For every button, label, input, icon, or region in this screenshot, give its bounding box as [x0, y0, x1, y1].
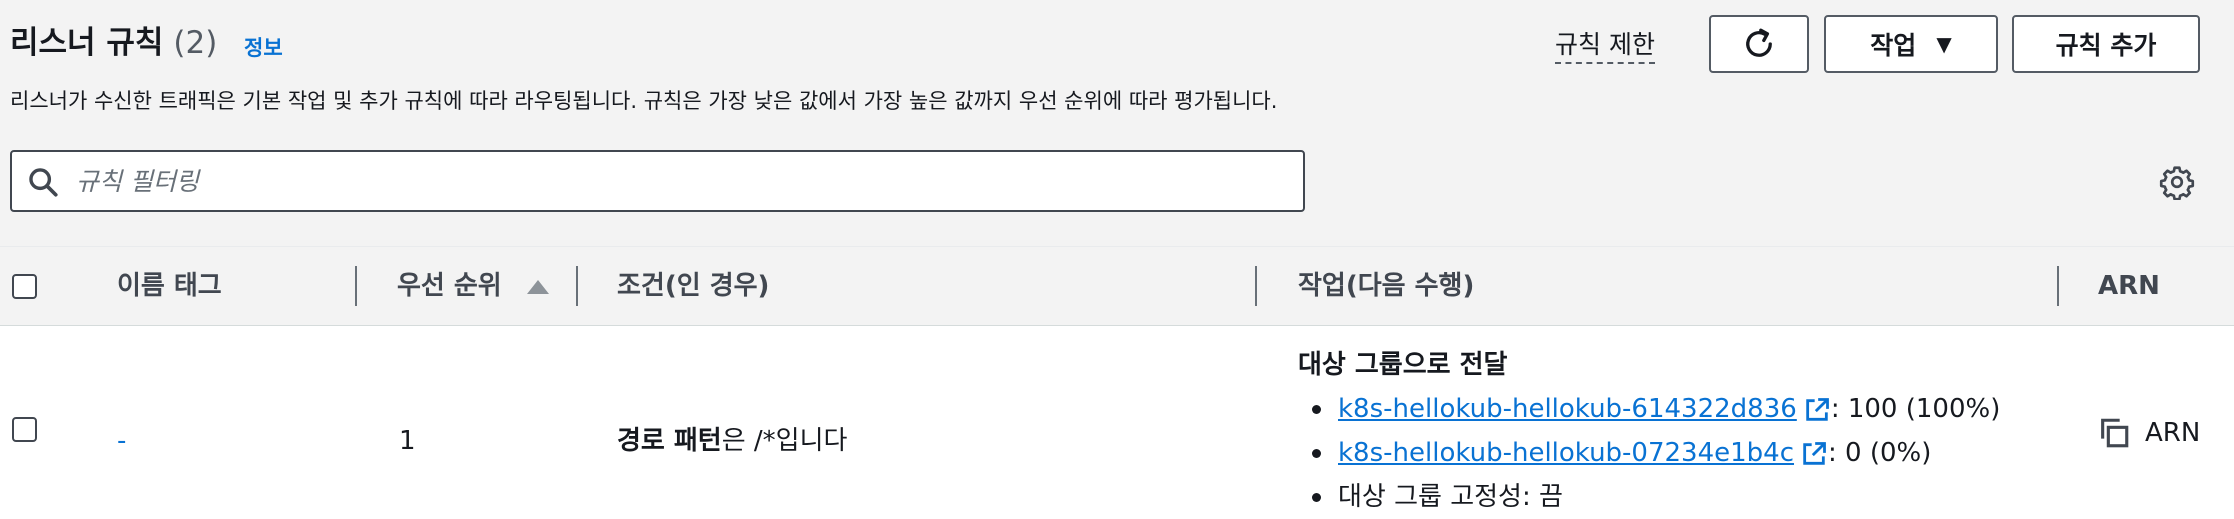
column-resize-handle[interactable]: [355, 266, 357, 306]
name-tag-cell[interactable]: -: [117, 423, 126, 459]
select-all-checkbox[interactable]: [12, 274, 37, 299]
add-rule-button[interactable]: 규칙 추가: [2012, 15, 2200, 73]
caret-down-icon: ▼: [1936, 32, 1952, 56]
actions-label: 작업: [1870, 31, 1917, 60]
stickiness-text: 대상 그룹 고정성: 끔: [1338, 482, 1563, 512]
page-description: 리스너가 수신한 트래픽은 기본 작업 및 추가 규칙에 따라 라우팅됩니다. …: [10, 89, 1278, 113]
target-weight: : 100 (100%): [1830, 394, 2001, 424]
column-header-conditions[interactable]: 조건(인 경우): [617, 268, 769, 304]
copy-icon: [2101, 418, 2129, 448]
rules-header-panel: 리스너 규칙 (2) 정보 리스너가 수신한 트래픽은 기본 작업 및 추가 규칙…: [0, 0, 2234, 246]
refresh-icon: [1746, 28, 1772, 57]
list-item: 대상 그룹 고정성: 끔: [1298, 475, 2000, 519]
column-header-arn[interactable]: ARN: [2098, 268, 2160, 304]
target-weight: : 0 (0%): [1828, 438, 1932, 468]
search-input[interactable]: [76, 152, 1286, 210]
bullet: [1312, 405, 1321, 414]
bullet: [1312, 493, 1321, 502]
action-title: 대상 그룹으로 전달: [1298, 350, 1508, 380]
bullet: [1312, 449, 1321, 458]
search-icon: [29, 168, 58, 197]
info-link[interactable]: 정보: [244, 33, 283, 63]
page-title: 리스너 규칙 (2): [10, 20, 217, 66]
external-link-icon[interactable]: [1803, 396, 1831, 424]
list-item: k8s-hellokub-hellokub-614322d836 : 100 (…: [1298, 387, 2000, 431]
table-header: 이름 태그 우선 순위 조건(인 경우) 작업(다음 수행) ARN: [0, 246, 2234, 326]
search-box: [10, 150, 1305, 212]
row-select-checkbox[interactable]: [12, 417, 37, 442]
external-link-icon[interactable]: [1800, 440, 1828, 468]
table-row: - 1 경로 패턴은 /*입니다 대상 그룹으로 전달 k8s-hellokub…: [0, 327, 2234, 516]
rule-count: (2): [173, 25, 218, 61]
column-resize-handle[interactable]: [576, 266, 578, 306]
list-item: k8s-hellokub-hellokub-07234e1b4c : 0 (0%…: [1298, 431, 2000, 475]
rule-limit-link[interactable]: 규칙 제한: [1555, 28, 1655, 64]
column-header-actions[interactable]: 작업(다음 수행): [1298, 268, 1474, 304]
column-resize-handle[interactable]: [1255, 266, 1257, 306]
arn-label: ARN: [2145, 418, 2201, 448]
copy-arn-button[interactable]: ARN: [2097, 415, 2200, 451]
column-header-priority[interactable]: 우선 순위: [397, 268, 502, 304]
page-title-text: 리스너 규칙: [10, 25, 164, 61]
add-rule-label: 규칙 추가: [2055, 31, 2157, 60]
refresh-button[interactable]: [1709, 15, 1809, 73]
gear-icon[interactable]: [2159, 164, 2195, 200]
condition-type: 경로 패턴: [617, 426, 722, 456]
target-group-link[interactable]: k8s-hellokub-hellokub-07234e1b4c: [1338, 438, 1794, 468]
target-group-list: k8s-hellokub-hellokub-614322d836 : 100 (…: [1298, 387, 2000, 519]
condition-cell: 경로 패턴은 /*입니다: [617, 423, 847, 459]
column-resize-handle[interactable]: [2057, 266, 2059, 306]
actions-dropdown-button[interactable]: 작업 ▼: [1824, 15, 1998, 73]
column-header-name-tag[interactable]: 이름 태그: [117, 268, 222, 304]
condition-value: 은 /*입니다: [721, 426, 848, 456]
priority-cell: 1: [399, 426, 416, 456]
sort-ascending-icon[interactable]: [527, 280, 549, 294]
target-group-link[interactable]: k8s-hellokub-hellokub-614322d836: [1338, 394, 1797, 424]
